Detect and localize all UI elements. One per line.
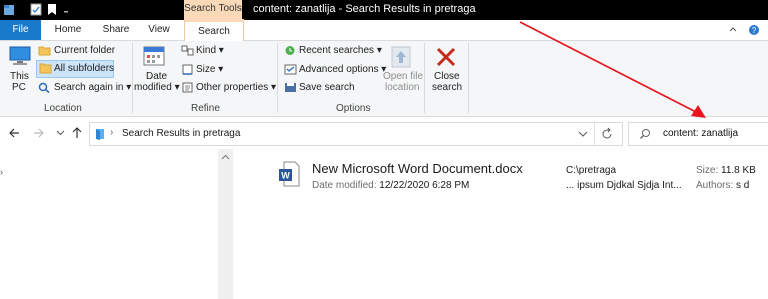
- close-search-label: Close: [434, 71, 460, 82]
- word-document-icon: W: [279, 161, 300, 187]
- group-separator: [132, 43, 133, 113]
- search-results-folder-icon: [96, 129, 104, 140]
- nav-scrollbar[interactable]: [218, 149, 233, 299]
- file-folder: C:\pretraga: [566, 165, 617, 176]
- customize-qat-icon[interactable]: [62, 3, 70, 16]
- save-search-icon: [285, 83, 296, 92]
- file-name[interactable]: New Microsoft Word Document.docx: [312, 161, 523, 176]
- divider: [594, 123, 595, 145]
- subfolders-icon: [39, 63, 52, 74]
- search-again-icon: [38, 82, 50, 93]
- date-modified-button[interactable]: Date modified ▾: [134, 43, 180, 101]
- app-folder-icon[interactable]: [3, 3, 15, 16]
- file-authors: Authors: s d: [696, 180, 750, 191]
- this-pc-button[interactable]: This PC: [4, 43, 34, 101]
- address-bar[interactable]: › Search Results in pretraga: [89, 122, 623, 146]
- help-icon[interactable]: ?: [748, 24, 760, 36]
- calendar-icon: [143, 46, 165, 66]
- open-location-icon: [391, 46, 411, 68]
- file-snippet: ... ipsum Djdkal Sjdja Int...: [566, 180, 682, 191]
- all-subfolders-label: All subfolders: [54, 63, 115, 74]
- size-icon: [182, 64, 193, 75]
- open-file-label-2: location: [385, 82, 420, 93]
- tab-home[interactable]: Home: [48, 20, 88, 40]
- ribbon-tabs: File Home Share View Search ?: [0, 19, 768, 44]
- recent-searches-icon: [285, 46, 295, 55]
- search-again-in-button[interactable]: Search again in ▾: [54, 82, 131, 93]
- forward-icon[interactable]: [33, 127, 45, 139]
- date-modified-label-2: modified ▾: [134, 82, 180, 93]
- close-search-button[interactable]: Close search: [428, 43, 464, 101]
- advanced-options-icon: [284, 64, 297, 75]
- file-size: Size: 11.8 KB: [696, 165, 756, 176]
- group-separator: [277, 43, 278, 113]
- search-tools-context-label: Search Tools: [184, 0, 242, 20]
- file-date-modified: Date modified: 12/22/2020 6:28 PM: [312, 180, 470, 191]
- other-properties-button[interactable]: Other properties ▾: [196, 82, 276, 93]
- recent-searches-button[interactable]: Recent searches ▾: [299, 45, 382, 56]
- ribbon: This PC Current folder All subfolders Se…: [0, 41, 768, 117]
- window-title: content: zanatlija - Search Results in p…: [253, 3, 476, 15]
- svg-text:W: W: [281, 171, 290, 181]
- properties-icon[interactable]: [30, 3, 42, 16]
- address-dropdown-icon[interactable]: [578, 130, 588, 138]
- navigation-bar: › Search Results in pretraga content: za…: [0, 117, 768, 149]
- all-subfolders-button[interactable]: All subfolders: [36, 60, 114, 78]
- open-file-label: Open file: [383, 71, 424, 82]
- this-pc-label: This: [10, 71, 29, 82]
- up-icon[interactable]: [71, 126, 83, 139]
- advanced-options-button[interactable]: Advanced options ▾: [299, 64, 386, 75]
- close-search-label-2: search: [432, 82, 463, 93]
- refine-group-label: Refine: [191, 103, 220, 114]
- list-item[interactable]: W New Microsoft Word Document.docx Date …: [270, 158, 768, 198]
- kind-button[interactable]: Kind ▾: [196, 45, 224, 56]
- group-separator: [468, 43, 469, 113]
- close-icon: [436, 47, 456, 67]
- search-input[interactable]: content: zanatlija: [663, 128, 738, 139]
- tab-share[interactable]: Share: [96, 20, 136, 40]
- this-pc-label-2: PC: [12, 82, 26, 93]
- new-folder-quick-icon[interactable]: [46, 3, 58, 16]
- back-icon[interactable]: [8, 127, 20, 139]
- search-box[interactable]: content: zanatlija: [628, 122, 768, 146]
- tab-view[interactable]: View: [140, 20, 178, 40]
- other-properties-icon: [182, 82, 193, 93]
- minimize-ribbon-icon[interactable]: [728, 25, 738, 35]
- recent-locations-chevron-icon[interactable]: [56, 129, 65, 137]
- open-file-location-button[interactable]: Open file location: [380, 43, 424, 101]
- size-button[interactable]: Size ▾: [196, 64, 223, 75]
- location-group-label: Location: [44, 103, 82, 114]
- current-folder-button[interactable]: Current folder: [54, 45, 115, 56]
- title-bar: Search Tools content: zanatlija - Search…: [0, 0, 768, 20]
- this-pc-icon: [9, 46, 31, 65]
- breadcrumb[interactable]: Search Results in pretraga: [122, 128, 240, 139]
- kind-icon: [181, 45, 194, 56]
- refresh-icon[interactable]: [600, 127, 614, 141]
- svg-text:?: ?: [752, 26, 757, 35]
- options-group-label: Options: [336, 103, 371, 114]
- search-again-in-label: Search again in: [54, 82, 124, 93]
- breadcrumb-chevron-icon[interactable]: ›: [110, 127, 113, 138]
- navigation-pane[interactable]: ›: [0, 149, 218, 299]
- date-modified-label: Date: [146, 71, 168, 82]
- chevron-down-icon: ▾: [126, 82, 132, 93]
- group-separator: [424, 43, 425, 113]
- current-folder-icon: [38, 46, 51, 56]
- tab-file[interactable]: File: [0, 20, 41, 40]
- nav-pane-chevron-icon[interactable]: ›: [0, 167, 3, 177]
- save-search-button[interactable]: Save search: [299, 82, 355, 93]
- search-icon: [640, 129, 650, 139]
- scroll-up-icon[interactable]: [221, 154, 230, 160]
